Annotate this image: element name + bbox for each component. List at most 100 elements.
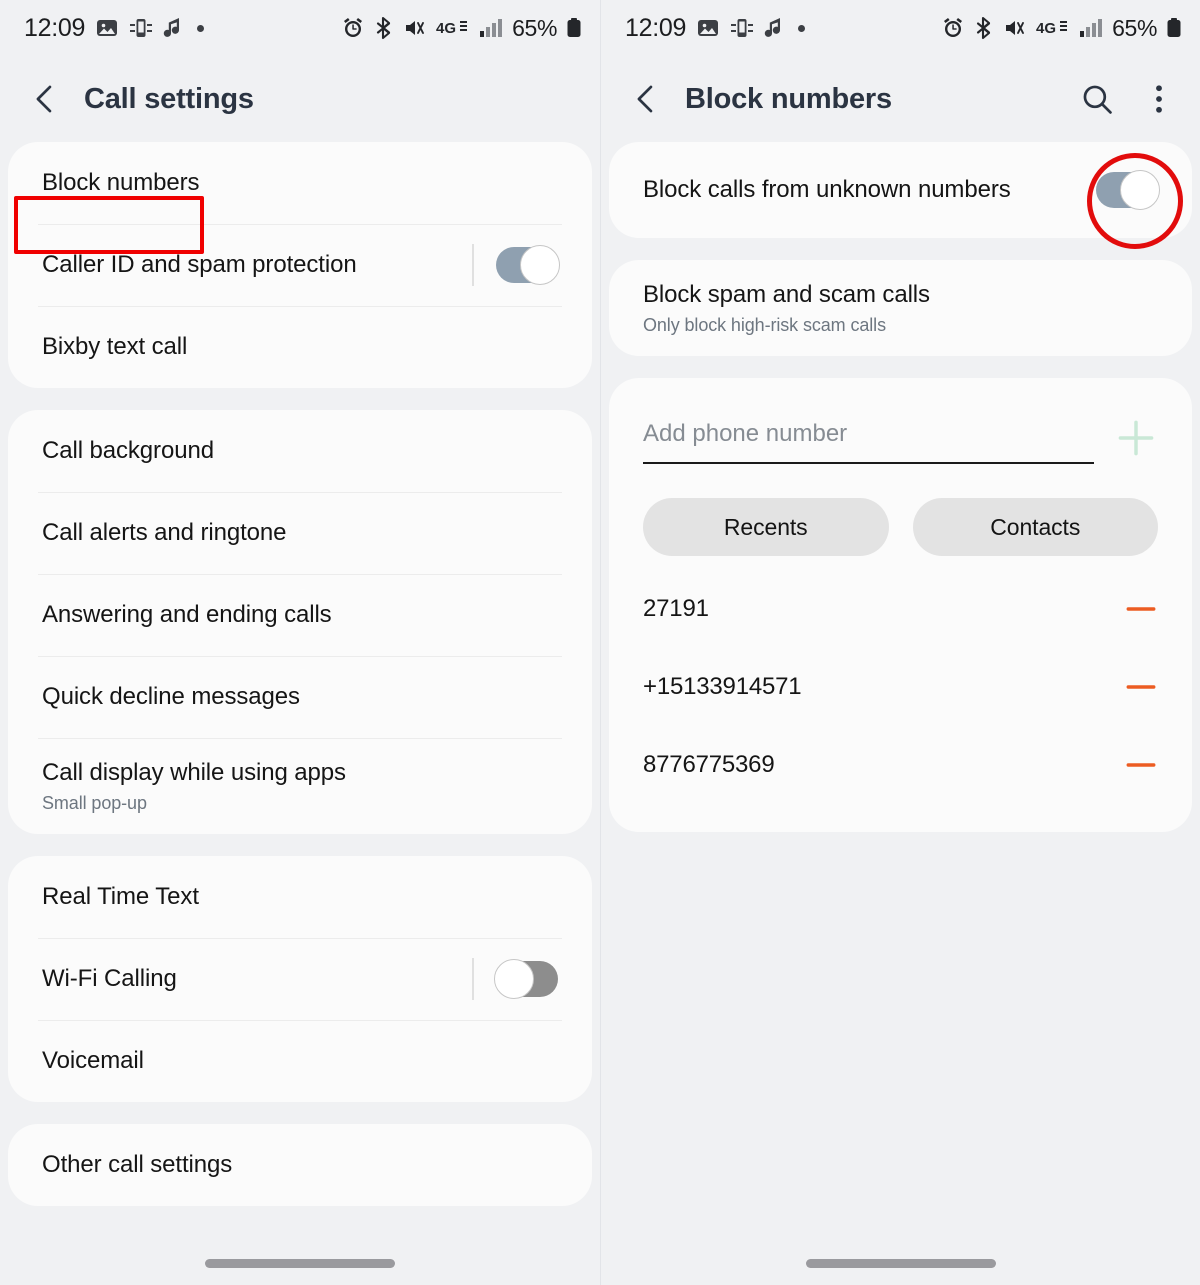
toggle-wrap	[472, 244, 560, 286]
sidebar-item-bixby-text-call[interactable]: Bixby text call	[8, 306, 592, 388]
sidebar-item-wifi-calling[interactable]: Wi-Fi Calling	[8, 938, 592, 1020]
row-label: Other call settings	[42, 1151, 233, 1178]
minus-icon[interactable]	[1124, 670, 1158, 704]
mute-vibrate-icon	[1006, 21, 1025, 35]
page-title: Block numbers	[685, 82, 892, 115]
left-title-bar: Call settings	[0, 56, 600, 142]
list-item[interactable]: 8776775369	[609, 726, 1192, 804]
row-label: Caller ID and spam protection	[42, 251, 357, 278]
back-button[interactable]	[629, 82, 663, 116]
row-label: Bixby text call	[42, 333, 188, 360]
search-icon[interactable]	[1080, 82, 1114, 116]
settings-card-group-2: Call background Call alerts and ringtone…	[8, 410, 592, 834]
source-chips: Recents Contacts	[609, 464, 1192, 556]
music-note-icon	[764, 18, 781, 37]
row-label: Real Time Text	[42, 883, 199, 910]
status-bar-left: 12:09	[625, 13, 806, 43]
svg-text:4G: 4G	[1036, 20, 1056, 37]
sidebar-item-quick-decline-messages[interactable]: Quick decline messages	[8, 656, 592, 738]
sidebar-item-call-background[interactable]: Call background	[8, 410, 592, 492]
chip-contacts[interactable]: Contacts	[912, 498, 1158, 556]
gallery-icon	[97, 20, 118, 36]
chip-label: Recents	[723, 513, 808, 540]
signal-bars-icon	[480, 19, 503, 37]
settings-card-group-4: Other call settings	[8, 1124, 592, 1206]
chip-recents[interactable]: Recents	[643, 498, 889, 556]
sidebar-item-block-numbers[interactable]: Block numbers	[8, 142, 592, 224]
sidebar-item-caller-id-spam[interactable]: Caller ID and spam protection	[8, 224, 592, 306]
music-note-icon	[163, 18, 180, 37]
status-time: 12:09	[24, 13, 86, 42]
sidebar-item-real-time-text[interactable]: Real Time Text	[8, 856, 592, 938]
back-button[interactable]	[28, 82, 62, 116]
svg-text:4G: 4G	[436, 20, 456, 37]
status-bar-right: 4G 65%	[341, 15, 582, 42]
overflow-menu-icon[interactable]	[1142, 82, 1176, 116]
row-texts: Caller ID and spam protection	[42, 251, 472, 279]
left-screen-call-settings: 12:09 4G 65% Call settings Block numbers…	[0, 0, 600, 1285]
sidebar-item-call-display-while-using-apps[interactable]: Call display while using apps Small pop-…	[8, 738, 592, 834]
add-phone-number-input[interactable]	[643, 420, 1094, 464]
bluetooth-icon	[977, 16, 991, 40]
toggle-knob	[1120, 170, 1160, 210]
alarm-icon	[344, 18, 363, 37]
battery-percent: 65%	[512, 14, 557, 41]
sidebar-item-call-alerts-ringtone[interactable]: Call alerts and ringtone	[8, 492, 592, 574]
minus-icon[interactable]	[1124, 592, 1158, 626]
network-4g-icon: 4G	[1036, 20, 1068, 37]
block-unknown-toggle[interactable]	[1096, 170, 1160, 210]
row-label: Call alerts and ringtone	[42, 519, 287, 546]
blocked-numbers-list: 27191 +15133914571 8776775369	[609, 556, 1192, 804]
sidebar-item-answering-ending-calls[interactable]: Answering and ending calls	[8, 574, 592, 656]
home-indicator	[805, 1259, 996, 1268]
row-texts: Call alerts and ringtone	[42, 519, 558, 547]
row-label: Call display while using apps	[42, 758, 346, 786]
screen-mirror-icon	[731, 19, 754, 37]
toggle-knob	[520, 245, 560, 285]
row-label: Quick decline messages	[42, 683, 300, 710]
right-title-bar: Block numbers	[601, 56, 1200, 142]
plus-icon[interactable]	[1114, 416, 1158, 460]
sidebar-item-voicemail[interactable]: Voicemail	[8, 1020, 592, 1102]
row-label: Wi-Fi Calling	[42, 965, 177, 992]
row-texts: Call background	[42, 437, 558, 465]
sidebar-item-other-call-settings[interactable]: Other call settings	[8, 1124, 592, 1206]
blocked-number-label: 8776775369	[643, 751, 775, 778]
row-label: Block spam and scam calls	[643, 280, 930, 308]
status-dot-icon	[197, 24, 205, 32]
row-label: Answering and ending calls	[42, 601, 332, 628]
caller-id-toggle[interactable]	[496, 245, 560, 285]
battery-icon	[567, 18, 581, 37]
status-bar-right: 4G 65%	[941, 15, 1182, 42]
row-texts: Real Time Text	[42, 883, 558, 911]
mute-vibrate-icon	[406, 21, 425, 35]
row-texts: Block spam and scam calls Only block hig…	[643, 281, 1158, 336]
bluetooth-icon	[377, 16, 391, 40]
screen-mirror-icon	[130, 19, 153, 37]
status-bar-left: 12:09	[24, 13, 205, 43]
row-label: Voicemail	[42, 1047, 144, 1074]
add-number-row	[609, 378, 1192, 464]
settings-card-group-1: Block numbers Caller ID and spam protect…	[8, 142, 592, 388]
row-label: Call background	[42, 437, 214, 464]
row-texts: Wi-Fi Calling	[42, 965, 472, 993]
status-time: 12:09	[625, 13, 687, 42]
row-sublabel: Only block high-risk scam calls	[643, 314, 886, 335]
network-4g-icon: 4G	[436, 20, 468, 37]
list-item[interactable]: 27191	[609, 570, 1192, 648]
blocked-number-label: 27191	[643, 595, 709, 622]
block-spam-row[interactable]: Block spam and scam calls Only block hig…	[609, 260, 1192, 356]
row-texts: Other call settings	[42, 1151, 558, 1179]
signal-bars-icon	[1080, 19, 1103, 37]
chip-label: Contacts	[990, 513, 1081, 540]
title-actions	[1080, 82, 1176, 116]
divider	[472, 244, 474, 286]
block-unknown-row[interactable]: Block calls from unknown numbers	[609, 142, 1192, 238]
row-texts: Quick decline messages	[42, 683, 558, 711]
toggle-wrap	[472, 958, 558, 1000]
minus-icon[interactable]	[1124, 748, 1158, 782]
card-block-unknown: Block calls from unknown numbers	[609, 142, 1192, 238]
list-item[interactable]: +15133914571	[609, 648, 1192, 726]
row-label: Block numbers	[42, 169, 200, 196]
wifi-calling-toggle[interactable]	[494, 959, 558, 999]
